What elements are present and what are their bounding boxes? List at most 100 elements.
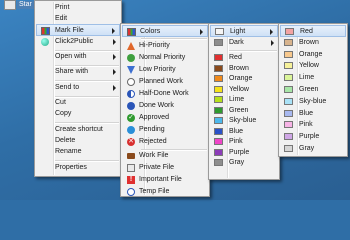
menu-item-dark[interactable]: Dark — [210, 37, 278, 49]
color-swatch-icon — [214, 106, 223, 114]
submenu-arrow-icon — [270, 29, 273, 35]
menu-item-label: Important File — [139, 176, 182, 183]
submenu-arrow-icon — [113, 54, 116, 60]
menu-item-yellow[interactable]: Yellow — [280, 60, 346, 72]
light-swatch-icon — [215, 28, 224, 35]
menu-item-label: Gray — [299, 145, 315, 152]
menu-item-pink[interactable]: Pink — [280, 119, 346, 131]
menu-item-gray[interactable]: Gray — [210, 157, 278, 169]
menu-item-label: Orange — [299, 50, 323, 58]
low-priority-arrow-icon — [127, 66, 135, 74]
menu-item-label: Done Work — [139, 102, 174, 109]
approved-check-icon: ✓ — [127, 114, 135, 122]
menu-item-open-with[interactable]: Open with — [36, 51, 120, 63]
menu-item-colors[interactable]: Colors — [122, 25, 208, 37]
submenu-arrow-icon — [113, 85, 116, 91]
menu-item-label: Dark — [229, 39, 244, 46]
menu-item-purple[interactable]: Purple — [280, 131, 346, 143]
color-swatch-icon — [214, 127, 223, 135]
menu-item-approved[interactable]: ✓ Approved — [122, 112, 208, 124]
color-swatch-icon — [285, 28, 294, 35]
menu-item-normal-priority[interactable]: Normal Priority — [122, 52, 208, 64]
menu-item-label: Private File — [139, 164, 175, 171]
menu-item-brown[interactable]: Brown — [280, 37, 346, 49]
menu-item-label: Purple — [299, 133, 320, 141]
menu-item-click2public[interactable]: Click2Public — [36, 36, 120, 48]
menu-item-red[interactable]: Red — [280, 25, 346, 37]
color-swatch-icon — [214, 64, 223, 72]
menu-item-label: Rejected — [139, 138, 167, 145]
submenu-arrow-icon — [112, 28, 115, 34]
color-swatch-icon — [284, 38, 293, 46]
half-done-work-icon — [127, 90, 135, 98]
submenu-arrow-icon — [113, 69, 116, 75]
menu-item-temp-file[interactable]: Temp File — [122, 186, 208, 198]
menu-item-sky-blue[interactable]: Sky-blue — [280, 96, 346, 108]
menu-item-label: Copy — [55, 110, 72, 117]
menu-item-label: Normal Priority — [139, 54, 186, 61]
colors-submenu: Light Dark Red Brown Orange Yellow Lime Green… — [208, 23, 280, 180]
menu-item-label: Open with — [55, 53, 87, 60]
menu-item-half-done-work[interactable]: Half-Done Work — [122, 88, 208, 100]
menu-item-private-file[interactable]: Private File — [122, 162, 208, 174]
briefcase-icon — [127, 153, 135, 159]
color-swatch-icon — [284, 121, 293, 129]
private-file-icon — [127, 164, 135, 172]
menu-item-label: Half-Done Work — [139, 90, 189, 97]
menu-item-label: Blue — [299, 109, 314, 117]
menu-item-blue[interactable]: Blue — [280, 108, 346, 120]
planned-work-icon — [127, 78, 135, 86]
menu-item-label: Temp File — [139, 188, 170, 195]
menu-item-hi-priority[interactable]: Hi-Priority — [122, 40, 208, 52]
color-swatch-icon — [214, 148, 223, 156]
colors-icon — [127, 28, 136, 36]
menu-item-done-work[interactable]: Done Work — [122, 100, 208, 112]
menu-item-gray[interactable]: Gray — [280, 143, 346, 155]
light-submenu: Red Brown Orange Yellow Lime Green Sky-blue Blu… — [278, 23, 348, 157]
menu-item-pending[interactable]: Pending — [122, 124, 208, 136]
mark-file-icon — [41, 27, 50, 35]
menu-item-label: Properties — [55, 164, 87, 171]
done-work-icon — [127, 102, 135, 110]
menu-item-label: Send to — [55, 84, 80, 91]
important-file-icon: ! — [127, 176, 135, 184]
context-menu: Print Edit Mark File Click2Public Open w… — [34, 0, 122, 177]
menu-item-lime[interactable]: Lime — [280, 72, 346, 84]
mark-file-submenu: Colors Hi-Priority Normal Priority Low P… — [120, 23, 210, 197]
menu-item-label: Share with — [55, 68, 89, 75]
color-swatch-icon — [284, 62, 293, 70]
menu-item-planned-work[interactable]: Planned Work — [122, 76, 208, 88]
menu-item-label: Green — [299, 86, 319, 93]
menu-item-label: Colors — [140, 28, 161, 35]
menu-item-rejected[interactable]: ✕ Rejected — [122, 136, 208, 148]
menu-item-low-priority[interactable]: Low Priority — [122, 64, 208, 76]
menu-item-label: Approved — [139, 114, 169, 121]
menu-item-label: Low Priority — [139, 66, 176, 73]
color-swatch-icon — [214, 159, 223, 166]
submenu-arrow-icon — [113, 39, 116, 45]
menu-item-properties[interactable]: Properties — [36, 162, 120, 174]
menu-item-share-with[interactable]: Share with — [36, 66, 120, 78]
menu-item-copy[interactable]: Copy — [36, 108, 120, 120]
normal-priority-icon — [127, 54, 135, 62]
color-swatch-icon — [284, 86, 293, 93]
menu-item-green[interactable]: Green — [280, 84, 346, 96]
menu-item-rename[interactable]: Rename — [36, 146, 120, 158]
menu-item-label: Gray — [229, 159, 245, 166]
color-swatch-icon — [284, 97, 293, 105]
menu-item-send-to[interactable]: Send to — [36, 82, 120, 94]
menu-item-important-file[interactable]: ! Important File — [122, 174, 208, 186]
menu-item-mark-file[interactable]: Mark File — [36, 24, 120, 36]
color-swatch-icon — [284, 74, 293, 82]
file-icon[interactable] — [4, 0, 16, 10]
menu-item-label: Work File — [139, 152, 169, 159]
color-swatch-icon — [284, 145, 293, 152]
menu-item-orange[interactable]: Orange — [280, 49, 346, 61]
menu-item-label: Click2Public — [55, 38, 94, 45]
menu-item-light[interactable]: Light — [210, 25, 278, 37]
color-swatch-icon — [214, 54, 223, 61]
color-swatch-icon — [214, 138, 223, 145]
menu-item-work-file[interactable]: Work File — [122, 150, 208, 162]
dark-swatch-icon — [214, 39, 223, 46]
menu-item-label: Brown — [299, 38, 319, 46]
